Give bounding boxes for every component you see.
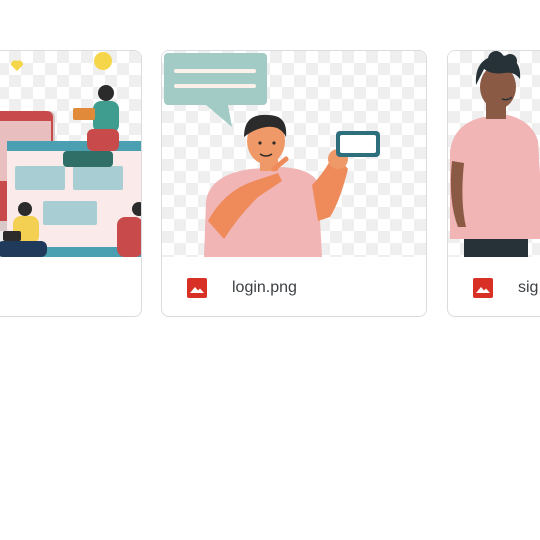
signup-illustration [450,51,540,257]
file-card[interactable]: login.png [161,50,427,317]
file-card[interactable]: ng [0,50,142,317]
file-caption: login.png [162,257,426,316]
file-name: sig [518,279,539,296]
file-thumbnail [448,51,540,257]
file-name: login.png [232,279,297,296]
file-caption: ng [0,257,141,316]
file-thumbnail [0,51,141,257]
login-illustration [164,53,380,257]
file-caption: sig [448,257,540,316]
image-file-icon [187,278,207,298]
file-thumbnail [162,51,426,257]
file-grid: ng [0,0,540,540]
file-card[interactable]: sig [447,50,540,317]
team-illustration [0,52,141,257]
image-file-icon [473,278,493,298]
